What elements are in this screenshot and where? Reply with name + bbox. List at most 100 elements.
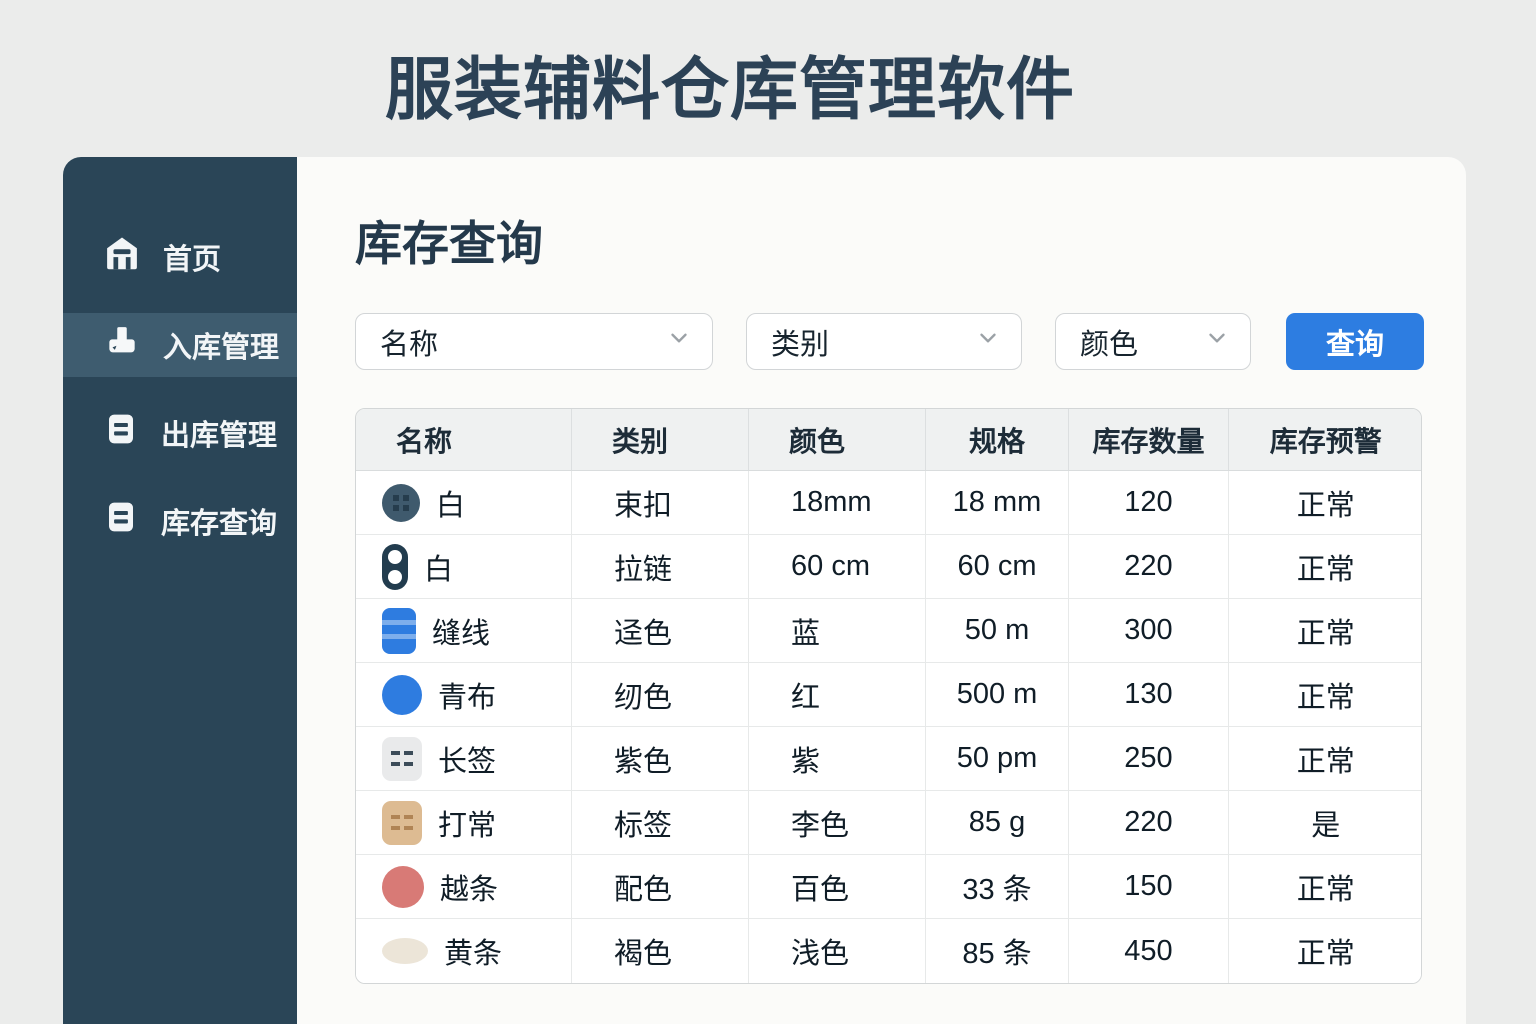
item-name: 青布 <box>438 681 497 714</box>
cell-quantity: 220 <box>1069 791 1229 854</box>
cell-status: 是 <box>1311 809 1341 842</box>
chevron-down-icon <box>666 325 692 359</box>
cell-spec: 500 m <box>926 663 1069 726</box>
item-name: 打常 <box>438 809 497 842</box>
thread-spool-icon <box>382 607 416 654</box>
cell-name: 打常 <box>356 791 572 854</box>
cell-category: 标签 <box>572 791 749 854</box>
table-row: 长签 紫色紫 50 pm 250 正常 <box>356 727 1421 791</box>
color-filter-label: 颜色 <box>1080 328 1139 361</box>
sidebar-item-label: 入库管理 <box>163 332 280 364</box>
item-name: 越条 <box>440 873 499 906</box>
cell-status: 正常 <box>1296 873 1355 906</box>
cell-status: 正常 <box>1296 938 1355 970</box>
chevron-down-icon <box>1204 325 1230 359</box>
column-header-name: 名称 <box>356 409 572 470</box>
cell-quantity: 220 <box>1069 535 1229 598</box>
table-row: 越条 配色 百色 33 条 150 正常 <box>356 855 1421 919</box>
cell-color: 60 cm <box>749 535 926 598</box>
item-name: 黄条 <box>444 938 503 970</box>
elastic-cord-icon <box>382 865 424 908</box>
filter-bar: 名称 类别 颜色 查询 <box>355 313 1466 370</box>
column-header-alert: 库存预警 <box>1269 425 1382 457</box>
cell-spec: 60 cm <box>926 535 1069 598</box>
outbound-doc-icon <box>103 411 139 455</box>
column-header-category: 类别 <box>572 409 749 470</box>
tag-icon <box>382 800 422 845</box>
main-panel: 库存查询 名称 类别 颜色 查询 名称 类别 颜色 规格 库存数量 库存预警 白… <box>297 157 1466 1024</box>
cell-color: 李色 <box>749 791 926 854</box>
cell-status: 正常 <box>1296 489 1355 522</box>
item-name: 白 <box>436 489 466 522</box>
fabric-roll-icon <box>382 674 422 715</box>
item-name: 白 <box>424 553 454 586</box>
cell-category: 配色 <box>572 855 749 918</box>
query-button[interactable]: 查询 <box>1286 313 1424 370</box>
cell-spec: 50 pm <box>926 727 1069 790</box>
sidebar-item-label: 库存查询 <box>161 508 278 540</box>
cell-color: 浅色 <box>749 919 926 983</box>
item-name: 缝线 <box>432 617 491 650</box>
cell-spec: 85 g <box>926 791 1069 854</box>
cell-quantity: 250 <box>1069 727 1229 790</box>
cell-spec: 50 m <box>926 599 1069 662</box>
button-icon <box>382 483 420 522</box>
cell-status: 正常 <box>1296 553 1355 586</box>
chevron-down-icon <box>975 325 1001 359</box>
name-filter-dropdown[interactable]: 名称 <box>355 313 713 370</box>
cell-spec: 33 条 <box>926 855 1069 918</box>
cell-status: 正常 <box>1296 617 1355 650</box>
cell-spec: 18 mm <box>926 471 1069 534</box>
cell-name: 青布 <box>356 663 572 726</box>
table-row: 白 束扣 18mm 18 mm 120 正常 <box>356 471 1421 535</box>
category-filter-label: 类别 <box>771 328 830 361</box>
sidebar-item-label: 出库管理 <box>161 420 278 452</box>
ribbon-icon <box>382 938 428 964</box>
cell-name: 白 <box>356 471 572 534</box>
table-row: 白拉链 60 cm 60 cm 220 正常 <box>356 535 1421 599</box>
cell-color: 百色 <box>749 855 926 918</box>
column-header-quantity: 库存数量 <box>1069 409 1229 470</box>
cell-name: 缝线 <box>356 599 572 662</box>
sidebar-item-inventory-query[interactable]: 库存查询 <box>63 489 297 553</box>
zipper-icon <box>382 543 408 590</box>
home-icon <box>103 234 141 280</box>
cell-name: 长签 <box>356 727 572 790</box>
cell-category: 纫色 <box>572 663 749 726</box>
cell-quantity: 450 <box>1069 919 1229 983</box>
inbound-icon <box>103 322 141 368</box>
sidebar-item-label: 首页 <box>163 244 222 276</box>
cell-quantity: 130 <box>1069 663 1229 726</box>
table-row: 打常 标签 李色 85 g 220 是 <box>356 791 1421 855</box>
cell-color: 红 <box>749 663 926 726</box>
sidebar-item-inbound[interactable]: 入库管理 <box>63 313 297 377</box>
page-title: 服装辅料仓库管理软件 <box>384 52 1075 128</box>
color-filter-dropdown[interactable]: 颜色 <box>1055 313 1251 370</box>
sidebar: 首页入库管理出库管理库存查询 <box>63 157 297 1024</box>
cell-category: 拉链 <box>572 535 749 598</box>
cell-category: 褐色 <box>572 919 749 983</box>
cell-category: 束扣 <box>572 471 749 534</box>
category-filter-dropdown[interactable]: 类别 <box>746 313 1022 370</box>
cell-name: 越条 <box>356 855 572 918</box>
table-header-row: 名称 类别 颜色 规格 库存数量 库存预警 <box>356 409 1421 471</box>
inventory-doc-icon <box>103 499 139 543</box>
cell-name: 黄条 <box>356 919 572 983</box>
cell-spec: 85 条 <box>926 919 1069 983</box>
cell-quantity: 120 <box>1069 471 1229 534</box>
sidebar-item-outbound[interactable]: 出库管理 <box>63 401 297 465</box>
sidebar-item-home[interactable]: 首页 <box>63 225 297 289</box>
table-row: 缝线 迳色蓝 50 m 300 正常 <box>356 599 1421 663</box>
column-header-spec: 规格 <box>926 409 1069 470</box>
cell-color: 18mm <box>749 471 926 534</box>
name-filter-label: 名称 <box>380 328 439 361</box>
section-heading: 库存查询 <box>355 217 543 270</box>
cell-status: 正常 <box>1296 745 1355 778</box>
table-body: 白束扣 18mm 18 mm 120 正常白拉链 60 cm 60 cm 220 正常 缝线 迳色蓝… <box>356 471 1421 983</box>
cell-status: 正常 <box>1296 681 1355 714</box>
cell-category: 迳色 <box>572 599 749 662</box>
cell-quantity: 150 <box>1069 855 1229 918</box>
inventory-table: 名称 类别 颜色 规格 库存数量 库存预警 白束扣 18mm 18 mm 120 正常白… <box>355 408 1422 984</box>
table-row: 黄条 褐色 浅色 85 条 450 正常 <box>356 919 1421 983</box>
cell-color: 紫 <box>749 727 926 790</box>
